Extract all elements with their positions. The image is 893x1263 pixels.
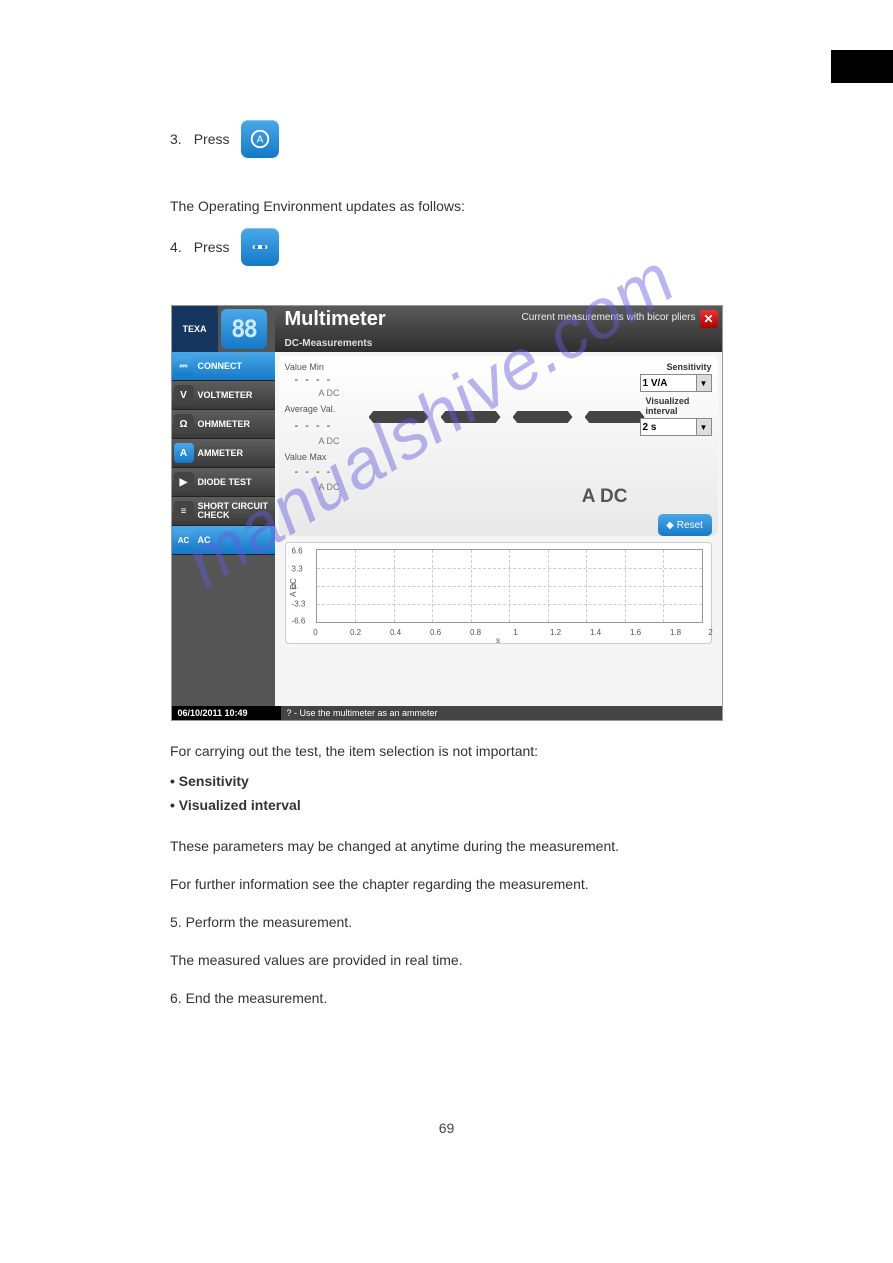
ytick: 6.6	[292, 547, 303, 556]
sidebar-item-connect[interactable]: ⎓CONNECT	[172, 352, 275, 381]
ytick: -6.6	[292, 617, 306, 626]
header-right-text: Current measurements with bicor pliers	[522, 312, 696, 323]
status-timestamp: 06/10/2011 10:49	[172, 708, 281, 718]
value-min: - - - -	[295, 374, 333, 386]
app-header: Multimeter DC-Measurements Current measu…	[275, 306, 722, 352]
chevron-down-icon: ▼	[696, 375, 711, 391]
instruction-step-4: 4. Press	[170, 228, 723, 266]
value-max: - - - -	[295, 466, 333, 478]
value-max-label: Value Max	[285, 452, 327, 462]
header-logo-area: TEXA 88	[172, 306, 275, 352]
xtick: 1.6	[630, 628, 641, 637]
value-avg: - - - -	[295, 420, 333, 432]
sidebar-item-voltmeter[interactable]: VVOLTMETER	[172, 381, 275, 410]
status-hint: ? - Use the multimeter as an ammeter	[281, 706, 722, 720]
sidebar: ⎓CONNECT VVOLTMETER ΩOHMMETER AAMMETER ▶…	[172, 352, 275, 706]
note-more: For further information see the chapter …	[170, 873, 723, 897]
logo-display: 88	[221, 309, 267, 349]
close-icon[interactable]: ✕	[700, 310, 718, 328]
main-panel: Value Min - - - - A DC Average Val. - - …	[275, 352, 722, 706]
diode-icon: ▶	[174, 472, 194, 492]
step-6: 6. End the measurement.	[170, 987, 723, 1011]
sensitivity-label: Sensitivity	[666, 362, 711, 372]
ytick: 0.	[292, 582, 299, 591]
interval-label: Visualized interval	[646, 396, 712, 416]
bullet-item: Sensitivity	[179, 773, 249, 789]
reset-icon: ◆	[666, 520, 674, 531]
connect-icon	[241, 228, 279, 266]
value-max-unit: A DC	[319, 482, 340, 492]
app-screenshot: TEXA 88 Multimeter DC-Measurements Curre…	[172, 306, 722, 720]
connect-icon: ⎓	[174, 356, 194, 376]
app-subtitle: DC-Measurements	[285, 338, 373, 349]
note-2: The measured values are provided in real…	[170, 949, 723, 973]
sidebar-item-ac[interactable]: ACAC	[172, 526, 275, 555]
value-avg-unit: A DC	[319, 436, 340, 446]
step-5: 5. Perform the measurement.	[170, 911, 723, 935]
value-min-unit: A DC	[319, 388, 340, 398]
sidebar-item-shortcircuit[interactable]: ≡SHORT CIRCUIT CHECK	[172, 497, 275, 526]
ac-icon: AC	[174, 530, 194, 550]
value-avg-label: Average Val.	[285, 404, 336, 414]
bullet-list: Sensitivity Visualized interval	[170, 770, 723, 818]
chart-area: A DC 6.6 3.3 0. -3.3 -6.	[285, 542, 712, 644]
note-1: These parameters may be changed at anyti…	[170, 835, 723, 859]
reset-button[interactable]: ◆Reset	[658, 514, 712, 536]
body-intro: For carrying out the test, the item sele…	[170, 740, 723, 764]
voltmeter-icon: V	[174, 385, 194, 405]
waveform-markers	[369, 411, 645, 423]
xtick: 1	[513, 628, 517, 637]
ohmmeter-icon: Ω	[174, 414, 194, 434]
step-number: 4.	[170, 239, 182, 255]
xtick: 0	[313, 628, 317, 637]
xtick: 1.8	[670, 628, 681, 637]
page-number: 69	[170, 1120, 723, 1136]
sidebar-item-ohmmeter[interactable]: ΩOHMMETER	[172, 410, 275, 439]
chart-xlabel: s	[496, 636, 500, 645]
step-text: Press	[194, 239, 230, 255]
xtick: 1.4	[590, 628, 601, 637]
ammeter-icon: A	[241, 120, 279, 158]
xtick: 0.4	[390, 628, 401, 637]
ammeter-icon: A	[174, 443, 194, 463]
page-tab	[831, 50, 893, 83]
app-title: Multimeter	[285, 308, 386, 331]
instruction-step-3: 3. Press A	[170, 120, 723, 158]
xtick: 2	[708, 628, 712, 637]
xtick: 0.6	[430, 628, 441, 637]
main-unit: A DC	[582, 486, 628, 508]
chart-plot	[316, 549, 703, 623]
step-text: Press	[194, 131, 230, 147]
svg-text:A: A	[257, 135, 264, 146]
xtick: 1.2	[550, 628, 561, 637]
bullet-item: Visualized interval	[179, 797, 301, 813]
sensitivity-select[interactable]: 1 V/A▼	[640, 374, 712, 392]
step-number: 3.	[170, 131, 182, 147]
interval-select[interactable]: 2 s▼	[640, 418, 712, 436]
instruction-text: The Operating Environment updates as fol…	[170, 198, 723, 214]
ytick: -3.3	[292, 600, 306, 609]
xtick: 0.8	[470, 628, 481, 637]
ytick: 3.3	[292, 565, 303, 574]
status-bar: 06/10/2011 10:49 ? - Use the multimeter …	[172, 706, 722, 720]
short-icon: ≡	[174, 501, 194, 521]
logo-texa: TEXA	[172, 306, 218, 352]
sidebar-item-diode[interactable]: ▶DIODE TEST	[172, 468, 275, 497]
readings-panel: Value Min - - - - A DC Average Val. - - …	[279, 356, 718, 536]
sidebar-item-ammeter[interactable]: AAMMETER	[172, 439, 275, 468]
xtick: 0.2	[350, 628, 361, 637]
chevron-down-icon: ▼	[696, 419, 711, 435]
value-min-label: Value Min	[285, 362, 324, 372]
